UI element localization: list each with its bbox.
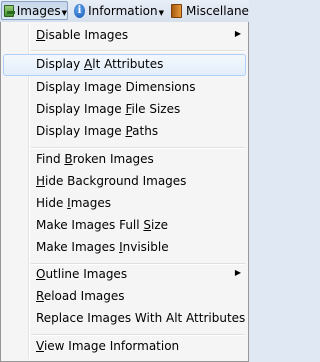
menu-item-label: Replace Images With Alt Attributes <box>36 311 246 325</box>
menu-item-label: Display Image File Sizes <box>36 102 181 116</box>
submenu-arrow-icon: ▶ <box>234 268 241 277</box>
menu-item-display-image-file-sizes[interactable]: Display Image File Sizes <box>3 99 246 121</box>
images-dropdown-menu: Disable Images ▶ Display Alt Attributes … <box>0 22 249 362</box>
menu-separator <box>31 50 245 52</box>
images-menu-label: Images <box>16 3 61 18</box>
menu-item-view-image-information[interactable]: View Image Information <box>3 336 246 358</box>
menu-item-display-alt-attributes[interactable]: Display Alt Attributes <box>3 54 246 76</box>
menu-item-find-broken-images[interactable]: Find Broken Images <box>3 149 246 171</box>
toolbar: Images ▼ i Information ▼ Miscellane <box>0 0 249 23</box>
menu-item-label: Reload Images <box>36 289 125 303</box>
menu-item-make-images-full-size[interactable]: Make Images Full Size <box>3 215 246 237</box>
dropdown-arrow-icon: ▼ <box>158 8 164 17</box>
menu-item-label: Make Images Invisible <box>36 240 169 254</box>
menu-item-replace-images-with-alt-attributes[interactable]: Replace Images With Alt Attributes <box>3 308 246 330</box>
menu-item-label: Display Image Dimensions <box>36 80 196 94</box>
menu-item-hide-images[interactable]: Hide Images <box>3 193 246 215</box>
menu-item-label: Hide Background Images <box>36 174 187 188</box>
menu-item-label: Display Alt Attributes <box>36 57 164 71</box>
information-menu-button[interactable]: i Information ▼ <box>72 1 164 20</box>
menu-item-label: Display Image Paths <box>36 124 159 138</box>
information-menu-label: Information <box>88 3 158 18</box>
submenu-arrow-icon: ▶ <box>234 29 241 38</box>
menu-item-label: Outline Images <box>36 267 128 281</box>
menu-item-display-image-paths[interactable]: Display Image Paths <box>3 121 246 143</box>
menu-item-outline-images[interactable]: Outline Images ▶ <box>3 264 246 286</box>
menu-item-hide-background-images[interactable]: Hide Background Images <box>3 171 246 193</box>
miscellaneous-icon <box>171 3 182 18</box>
menu-item-make-images-invisible[interactable]: Make Images Invisible <box>3 237 246 259</box>
menu-item-label: Find Broken Images <box>36 152 154 166</box>
menu-item-display-image-dimensions[interactable]: Display Image Dimensions <box>3 77 246 99</box>
images-menu-button[interactable]: Images ▼ <box>1 1 68 20</box>
miscellaneous-menu-label: Miscellane <box>186 3 249 18</box>
info-icon: i <box>74 3 86 18</box>
menu-item-disable-images[interactable]: Disable Images ▶ <box>3 25 246 47</box>
menu-item-reload-images[interactable]: Reload Images <box>3 286 246 308</box>
menu-item-label: View Image Information <box>36 339 180 353</box>
miscellaneous-menu-button[interactable]: Miscellane <box>169 1 249 20</box>
menu-item-label: Disable Images <box>36 28 129 42</box>
menu-item-label: Make Images Full Size <box>36 218 169 232</box>
menu-item-label: Hide Images <box>36 196 112 210</box>
dropdown-arrow-icon: ▼ <box>61 8 67 17</box>
images-icon <box>4 4 15 17</box>
